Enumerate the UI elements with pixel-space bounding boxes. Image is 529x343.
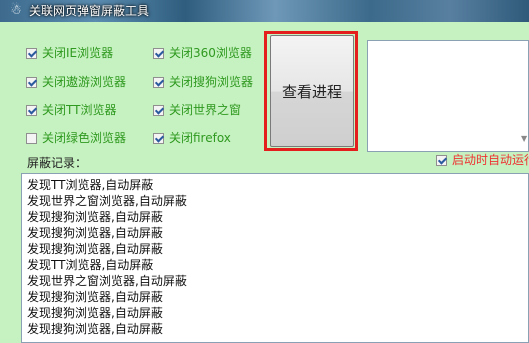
close-360-checkbox[interactable]: 关闭360浏览器 <box>153 45 252 61</box>
log-entry: 发现TT浏览器,自动屏蔽 <box>27 178 154 192</box>
log-entry: 发现搜狗浏览器,自动屏蔽 <box>27 306 163 320</box>
title-bar[interactable]: ☃ 关联网页弹窗屏蔽工具 <box>0 0 529 22</box>
log-entry: 发现TT浏览器,自动屏蔽 <box>27 258 154 272</box>
checkbox-label: 关闭TT浏览器 <box>42 103 117 117</box>
scroll-down-arrow-icon[interactable]: ▼ <box>521 134 527 143</box>
app-figure-icon: ☃ <box>10 3 22 18</box>
checkbox-icon <box>153 132 164 144</box>
autostart-label: 启动时自动运行 <box>452 153 529 167</box>
close-theworld-checkbox[interactable]: 关闭世界之窗 <box>153 102 241 118</box>
log-list[interactable]: 发现TT浏览器,自动屏蔽 发现世界之窗浏览器,自动屏蔽 发现搜狗浏览器,自动屏蔽… <box>21 173 529 343</box>
log-entry: 发现搜狗浏览器,自动屏蔽 <box>27 322 163 336</box>
checkbox-icon <box>26 132 37 144</box>
checkbox-label: 关闭360浏览器 <box>169 46 252 60</box>
log-entry: 发现搜狗浏览器,自动屏蔽 <box>27 226 163 240</box>
close-tt-checkbox[interactable]: 关闭TT浏览器 <box>26 102 116 118</box>
autostart-checkbox[interactable]: 启动时自动运行 <box>436 152 529 168</box>
process-list-box[interactable] <box>367 40 529 152</box>
log-entry: 发现搜狗浏览器,自动屏蔽 <box>27 290 163 304</box>
log-label: 屏蔽记录： <box>27 156 88 170</box>
checkbox-label: 关闭遨游浏览器 <box>42 75 127 89</box>
checkbox-icon <box>153 47 164 59</box>
checkbox-icon <box>436 154 447 166</box>
log-entry: 发现搜狗浏览器,自动屏蔽 <box>27 242 163 256</box>
window-title: 关联网页弹窗屏蔽工具 <box>29 4 150 18</box>
checkbox-icon <box>26 47 37 59</box>
checkbox-icon <box>153 104 164 116</box>
checkbox-label: 关闭firefox <box>169 131 231 145</box>
close-firefox-checkbox[interactable]: 关闭firefox <box>153 130 231 146</box>
close-maxthon-checkbox[interactable]: 关闭遨游浏览器 <box>26 74 126 90</box>
main-panel: 关闭IE浏览器 关闭360浏览器 关闭遨游浏览器 关闭搜狗浏览器 关闭TT浏览器… <box>0 22 529 343</box>
checkbox-icon <box>26 104 37 116</box>
log-entry: 发现世界之窗浏览器,自动屏蔽 <box>27 194 187 208</box>
close-sogou-checkbox[interactable]: 关闭搜狗浏览器 <box>153 74 253 90</box>
view-process-button[interactable]: 查看进程 <box>270 35 354 147</box>
checkbox-label: 关闭搜狗浏览器 <box>169 75 254 89</box>
checkbox-label: 关闭绿色浏览器 <box>42 131 127 145</box>
close-ie-checkbox[interactable]: 关闭IE浏览器 <box>26 45 113 61</box>
checkbox-label: 关闭世界之窗 <box>169 103 242 117</box>
checkbox-icon <box>153 76 164 88</box>
checkbox-icon <box>26 76 37 88</box>
close-green-checkbox[interactable]: 关闭绿色浏览器 <box>26 130 126 146</box>
checkbox-label: 关闭IE浏览器 <box>42 46 114 60</box>
log-entry: 发现搜狗浏览器,自动屏蔽 <box>27 210 163 224</box>
log-entry: 发现世界之窗浏览器,自动屏蔽 <box>27 274 187 288</box>
